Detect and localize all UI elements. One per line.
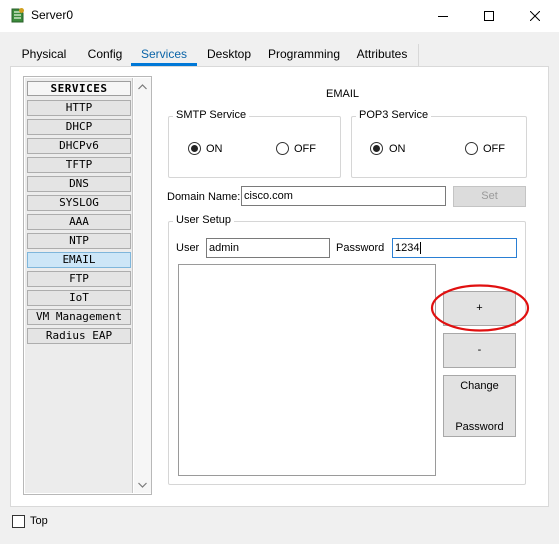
service-item-dns[interactable]: DNS [27, 176, 131, 192]
tab-physical[interactable]: Physical [14, 42, 74, 66]
service-item-iot[interactable]: IoT [27, 290, 131, 306]
scroll-down-button[interactable] [134, 476, 151, 493]
server-app-icon [9, 7, 27, 25]
text-caret [420, 242, 422, 255]
user-list[interactable] [178, 264, 436, 476]
service-item-radius-eap[interactable]: Radius EAP [27, 328, 131, 344]
service-item-tftp[interactable]: TFTP [27, 157, 131, 173]
top-label: Top [30, 515, 48, 527]
services-header: SERVICES [27, 81, 131, 96]
password-label: Password [336, 242, 385, 254]
tab-programming[interactable]: Programming [264, 42, 344, 66]
domain-name-label: Domain Name: [167, 191, 241, 203]
top-checkbox[interactable] [12, 515, 25, 528]
pop3-off-radio[interactable] [465, 142, 478, 155]
service-item-http[interactable]: HTTP [27, 100, 131, 116]
smtp-on-label: ON [206, 143, 223, 155]
tab-desktop[interactable]: Desktop [202, 42, 256, 66]
domain-name-input[interactable]: cisco.com [241, 186, 446, 206]
scroll-up-button[interactable] [134, 78, 151, 95]
chevron-down-icon [138, 482, 147, 488]
pop3-on-radio[interactable] [370, 142, 383, 155]
smtp-service-label: SMTP Service [173, 109, 250, 121]
change-password-label-line2: Password [455, 421, 504, 433]
chevron-up-icon [138, 83, 147, 89]
close-icon [530, 11, 540, 21]
minimize-button[interactable] [420, 0, 466, 32]
service-item-aaa[interactable]: AAA [27, 214, 131, 230]
title-bar: Server0 [0, 0, 559, 32]
password-value: 1234 [395, 242, 420, 254]
services-scrollbar[interactable] [134, 78, 151, 493]
set-domain-button[interactable]: Set [453, 186, 526, 207]
service-item-email[interactable]: EMAIL [27, 252, 131, 268]
password-input[interactable]: 1234 [392, 238, 517, 258]
smtp-off-label: OFF [294, 143, 316, 155]
service-item-dhcp[interactable]: DHCP [27, 119, 131, 135]
minimize-icon [438, 16, 448, 17]
services-list: SERVICES HTTP DHCP DHCPv6 TFTP DNS SYSLO… [25, 78, 133, 493]
add-user-button[interactable]: + [443, 291, 516, 326]
maximize-button[interactable] [466, 0, 512, 32]
email-title: EMAIL [326, 88, 360, 100]
service-item-ntp[interactable]: NTP [27, 233, 131, 249]
user-label: User [176, 242, 200, 254]
pop3-service-label: POP3 Service [356, 109, 432, 121]
maximize-icon [484, 11, 494, 21]
pop3-off-label: OFF [483, 143, 505, 155]
smtp-off-radio[interactable] [276, 142, 289, 155]
remove-user-button[interactable]: - [443, 333, 516, 368]
change-password-button[interactable]: Change Password [443, 375, 516, 437]
tab-attributes[interactable]: Attributes [352, 42, 412, 66]
smtp-on-radio[interactable] [188, 142, 201, 155]
tab-divider [418, 44, 419, 66]
user-setup-label: User Setup [173, 214, 235, 226]
service-item-dhcpv6[interactable]: DHCPv6 [27, 138, 131, 154]
tab-config[interactable]: Config [80, 42, 130, 66]
close-button[interactable] [512, 0, 558, 32]
service-item-vm-management[interactable]: VM Management [27, 309, 131, 325]
service-item-ftp[interactable]: FTP [27, 271, 131, 287]
window-title: Server0 [31, 8, 74, 22]
pop3-on-label: ON [389, 143, 406, 155]
service-item-syslog[interactable]: SYSLOG [27, 195, 131, 211]
user-input[interactable]: admin [206, 238, 330, 258]
change-password-label-line1: Change [460, 380, 499, 392]
